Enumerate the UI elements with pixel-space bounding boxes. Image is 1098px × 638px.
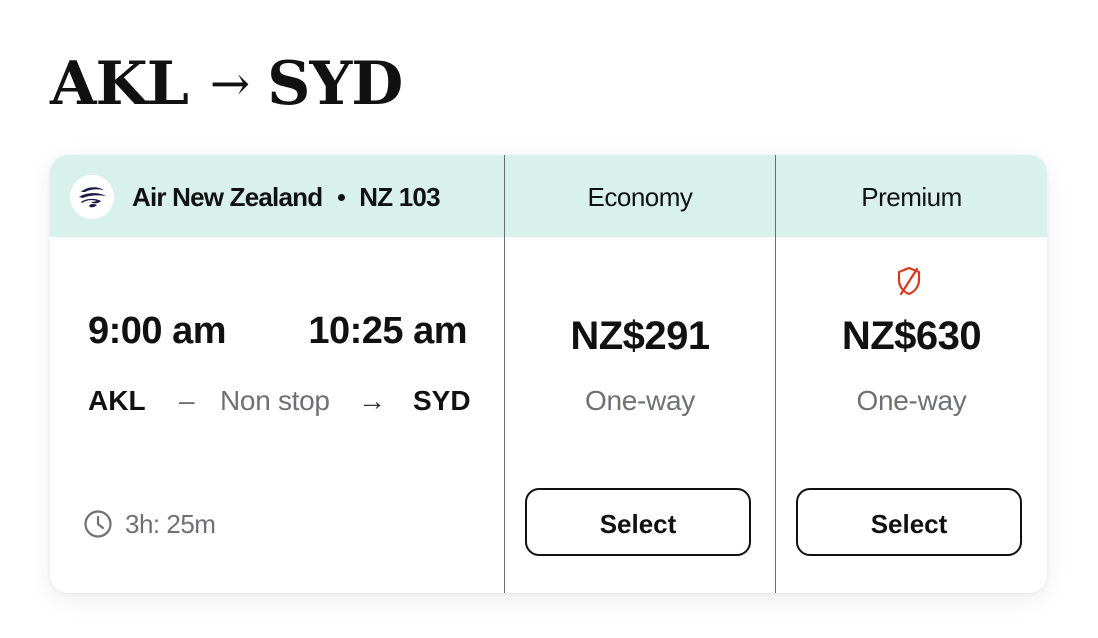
separator-dot — [338, 193, 346, 201]
title-origin: AKL — [50, 49, 189, 119]
airline-name: Air New Zealand — [132, 181, 323, 212]
economy-trip-type: One-way — [585, 385, 695, 416]
route-arrow: → — [358, 385, 386, 416]
column-divider — [504, 155, 505, 593]
title-arrow: → — [209, 56, 250, 112]
select-economy-button[interactable]: Select — [525, 488, 751, 556]
flight-card: Air New Zealand NZ 103 Economy Premium 9… — [50, 155, 1047, 593]
koru-icon — [70, 175, 114, 219]
premium-trip-type: One-way — [856, 385, 967, 416]
column-divider — [775, 155, 776, 593]
shield-off-icon — [897, 266, 921, 296]
clock-icon — [84, 510, 112, 538]
airline-info: Air New Zealand NZ 103 — [70, 174, 441, 220]
flight-number: NZ 103 — [359, 181, 440, 212]
route-dash: – — [179, 385, 195, 416]
departure-time: 9:00 am — [88, 310, 227, 352]
economy-price: NZ$291 — [570, 314, 710, 358]
economy-header: Economy — [587, 182, 693, 212]
arrival-time: 10:25 am — [308, 310, 467, 352]
stops-label: Non stop — [220, 385, 330, 416]
page-title: AKL → SYD — [50, 44, 403, 124]
duration-text: 3h: 25m — [125, 508, 216, 539]
premium-price: NZ$630 — [841, 314, 982, 358]
duration: 3h: 25m — [83, 507, 216, 541]
origin-code: AKL — [88, 385, 146, 416]
title-destination: SYD — [267, 49, 403, 119]
destination-code: SYD — [413, 385, 471, 416]
select-premium-button[interactable]: Select — [796, 488, 1022, 556]
route-row: AKL – Non stop → SYD — [88, 381, 472, 421]
premium-header: Premium — [861, 182, 962, 212]
